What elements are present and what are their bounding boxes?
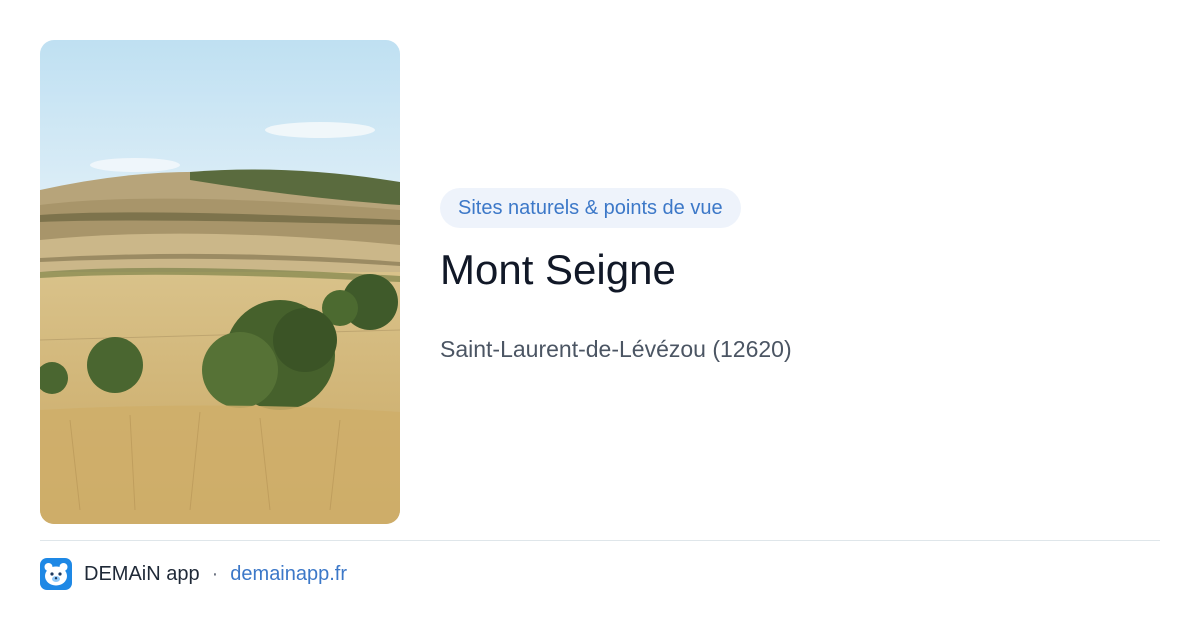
place-title: Mont Seigne <box>440 246 676 293</box>
landscape-image <box>40 40 400 524</box>
footer: DEMAiN app · demainapp.fr <box>40 557 347 591</box>
footer-divider <box>40 540 1160 541</box>
app-website-link[interactable]: demainapp.fr <box>230 563 347 586</box>
place-location: Saint-Laurent-de-Lévézou (12620) <box>440 336 792 362</box>
footer-separator: · <box>211 562 219 585</box>
place-info: Sites naturels & points de vue <box>440 188 741 228</box>
category-badge[interactable]: Sites naturels & points de vue <box>440 188 741 228</box>
place-photo <box>40 40 400 524</box>
app-name: DEMAiN app <box>84 562 200 585</box>
bear-face-icon <box>40 558 72 590</box>
